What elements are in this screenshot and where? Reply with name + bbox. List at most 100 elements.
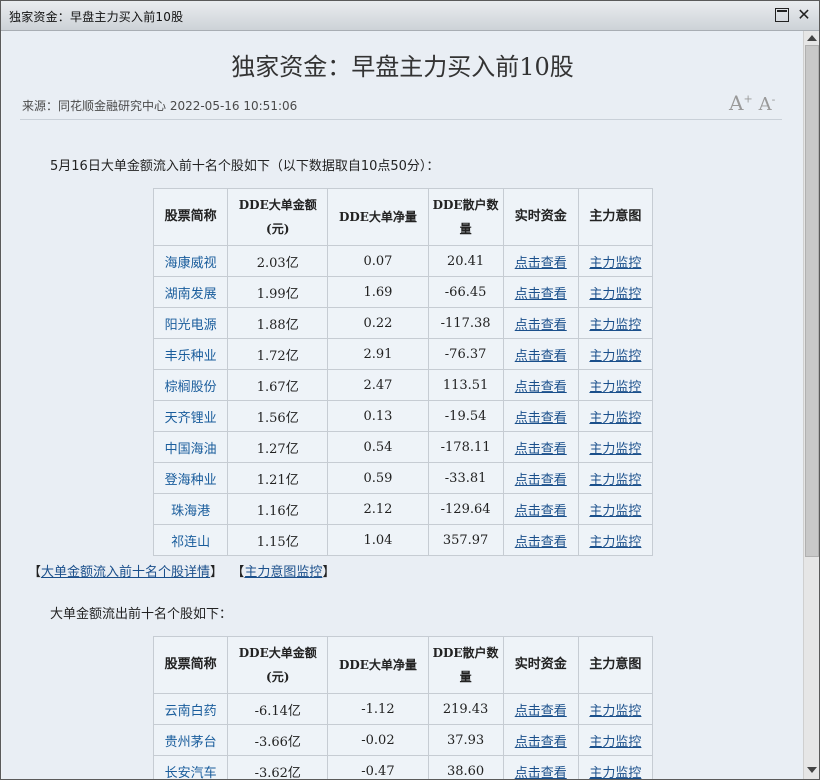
col-header-retail: DDE散户数量 — [427, 636, 504, 694]
col-header-name: 股票简称 — [152, 188, 229, 246]
main-intent-link[interactable]: 主力监控 — [589, 349, 641, 364]
font-decrease-icon[interactable]: A- — [759, 93, 776, 115]
main-intent-link[interactable]: 主力监控 — [589, 535, 641, 550]
stock-name[interactable]: 长安汽车 — [165, 766, 217, 780]
realtime-funds-link[interactable]: 点击查看 — [515, 380, 567, 395]
bracket-close: 】 — [322, 565, 336, 580]
table-cell: 阳光电源 — [152, 307, 229, 339]
header-divider — [20, 119, 782, 120]
col-header-amount: DDE大单金额 (元) — [227, 636, 329, 694]
main-intent-link[interactable]: 主力监控 — [589, 411, 641, 426]
table-cell: 点击查看 — [502, 276, 579, 308]
stock-name[interactable]: 棕榈股份 — [165, 380, 217, 395]
col-header-net: DDE大单净量 — [327, 188, 429, 246]
realtime-funds-link[interactable]: 点击查看 — [515, 473, 567, 488]
table-cell: -178.11 — [427, 431, 504, 463]
stock-name[interactable]: 湖南发展 — [165, 287, 217, 302]
stock-name[interactable]: 登海种业 — [165, 473, 217, 488]
realtime-funds-link[interactable]: 点击查看 — [515, 318, 567, 333]
table-cell: 登海种业 — [152, 462, 229, 494]
dde-net-volume: -0.47 — [361, 763, 395, 779]
table-cell: 1.99亿 — [227, 276, 329, 308]
stock-name[interactable]: 珠海港 — [171, 504, 210, 519]
table-cell: -66.45 — [427, 276, 504, 308]
font-decrease-sign: - — [771, 93, 776, 106]
table-cell: 棕榈股份 — [152, 369, 229, 401]
table-cell: 珠海港 — [152, 493, 229, 525]
main-intent-link[interactable]: 主力监控 — [589, 256, 641, 271]
main-intent-link[interactable]: 主力监控 — [589, 442, 641, 457]
stock-name[interactable]: 阳光电源 — [165, 318, 217, 333]
dde-retail-count: -178.11 — [440, 439, 491, 455]
close-icon[interactable]: ✕ — [797, 7, 811, 23]
dde-retail-count: -19.54 — [444, 408, 487, 424]
table-cell: 1.69 — [327, 276, 429, 308]
realtime-funds-link[interactable]: 点击查看 — [515, 704, 567, 719]
dde-retail-count: -117.38 — [440, 315, 491, 331]
stock-name[interactable]: 中国海油 — [165, 442, 217, 457]
dde-amount: -3.66亿 — [254, 734, 301, 750]
col-header-amount-l1: DDE大单金额 — [238, 646, 317, 660]
stock-name[interactable]: 云南白药 — [165, 704, 217, 719]
scroll-thumb[interactable] — [805, 45, 819, 557]
dde-net-volume: 0.54 — [363, 439, 393, 455]
stock-name[interactable]: 祁连山 — [171, 535, 210, 550]
stock-name[interactable]: 天齐锂业 — [165, 411, 217, 426]
realtime-funds-link[interactable]: 点击查看 — [515, 535, 567, 550]
realtime-funds-link[interactable]: 点击查看 — [515, 735, 567, 750]
font-increase-icon[interactable]: A+ — [729, 91, 753, 115]
detail-links: 【大单金额流入前十名个股详情】 【主力意图监控】 — [28, 561, 335, 580]
realtime-funds-link[interactable]: 点击查看 — [515, 504, 567, 519]
stock-name[interactable]: 海康威视 — [165, 256, 217, 271]
dde-net-volume: -0.02 — [361, 732, 395, 748]
bracket-close: 】 — [210, 565, 224, 580]
table-cell: 113.51 — [427, 369, 504, 401]
scroll-down-icon[interactable] — [807, 767, 817, 773]
dde-retail-count: 20.41 — [446, 253, 485, 269]
title-bar: 独家资金：早盘主力买入前10股 ✕ — [1, 1, 819, 31]
main-intent-link[interactable]: 主力监控 — [589, 504, 641, 519]
table-cell: 38.60 — [427, 755, 504, 779]
realtime-funds-link[interactable]: 点击查看 — [515, 766, 567, 780]
table-cell: 1.67亿 — [227, 369, 329, 401]
main-intent-link[interactable]: 主力监控 — [589, 735, 641, 750]
maximize-icon[interactable] — [775, 8, 789, 22]
table-row: 天齐锂业 1.56亿 0.13 -19.54 点击查看 主力监控 — [152, 400, 654, 432]
table-cell: 主力监控 — [577, 245, 654, 277]
main-intent-link[interactable]: 主力监控 — [589, 704, 641, 719]
table-cell: 点击查看 — [502, 245, 579, 277]
table-row: 棕榈股份 1.67亿 2.47 113.51 点击查看 主力监控 — [152, 369, 654, 401]
table-cell: 2.12 — [327, 493, 429, 525]
realtime-funds-link[interactable]: 点击查看 — [515, 411, 567, 426]
inflow-table: 股票简称 DDE大单金额 (元) DDE大单净量 DDE散户数量 实时资金 主力意… — [152, 188, 654, 556]
table-cell: 中国海油 — [152, 431, 229, 463]
inflow-detail-link[interactable]: 大单金额流入前十名个股详情 — [41, 565, 210, 580]
table-cell: 20.41 — [427, 245, 504, 277]
realtime-funds-link[interactable]: 点击查看 — [515, 349, 567, 364]
realtime-funds-link[interactable]: 点击查看 — [515, 287, 567, 302]
main-intent-link[interactable]: 主力监控 — [589, 318, 641, 333]
stock-name[interactable]: 丰乐种业 — [165, 349, 217, 364]
scroll-up-icon[interactable] — [807, 35, 817, 41]
main-intent-link[interactable]: 主力监控 — [589, 287, 641, 302]
realtime-funds-link[interactable]: 点击查看 — [515, 442, 567, 457]
col-header-amount-l2: (元) — [266, 670, 290, 684]
table-row: 阳光电源 1.88亿 0.22 -117.38 点击查看 主力监控 — [152, 307, 654, 339]
table-row: 丰乐种业 1.72亿 2.91 -76.37 点击查看 主力监控 — [152, 338, 654, 370]
dde-net-volume: 0.07 — [363, 253, 393, 269]
realtime-funds-link[interactable]: 点击查看 — [515, 256, 567, 271]
table-cell: 0.22 — [327, 307, 429, 339]
main-intent-link[interactable]: 主力监控 — [589, 473, 641, 488]
dde-amount: 1.67亿 — [256, 379, 299, 395]
table-cell: 点击查看 — [502, 369, 579, 401]
table-cell: 2.03亿 — [227, 245, 329, 277]
main-intent-link[interactable]: 主力监控 — [589, 766, 641, 780]
intent-monitor-link[interactable]: 主力意图监控 — [244, 565, 322, 580]
dde-retail-count: 219.43 — [442, 701, 489, 717]
table-cell: 1.72亿 — [227, 338, 329, 370]
stock-name[interactable]: 贵州茅台 — [165, 735, 217, 750]
dde-retail-count: -33.81 — [444, 470, 487, 486]
table-row: 贵州茅台 -3.66亿 -0.02 37.93 点击查看 主力监控 — [152, 724, 654, 756]
vertical-scrollbar[interactable] — [803, 31, 819, 779]
main-intent-link[interactable]: 主力监控 — [589, 380, 641, 395]
